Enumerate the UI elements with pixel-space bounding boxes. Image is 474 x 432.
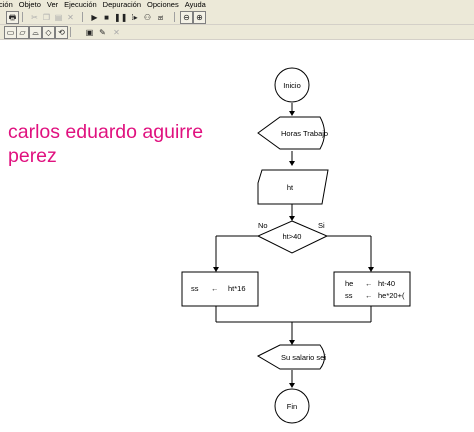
- left-assign-arrow: ←: [211, 284, 219, 293]
- right-assign-arrow-2: ←: [365, 291, 373, 300]
- no-branch-label: No: [258, 221, 268, 230]
- output1-label: Horas Trabajo: [281, 129, 328, 138]
- flowchart: Inicio Horas Trabajo ht ht>40 No Si ss ←…: [181, 67, 411, 424]
- right-assign-var-2: ss: [345, 291, 353, 300]
- assign-block-right[interactable]: [333, 271, 411, 307]
- arrowhead: [289, 383, 295, 388]
- left-assign-expr: ht*16: [228, 284, 246, 293]
- arrowhead: [368, 267, 374, 272]
- arrowhead: [289, 216, 295, 221]
- decision-label: ht>40: [283, 232, 302, 241]
- right-assign-var-1: he: [345, 279, 353, 288]
- output2-label: Su salario sei: [281, 353, 326, 362]
- right-assign-expr-2: he*20+(: [378, 291, 405, 300]
- end-label: Fin: [287, 402, 297, 411]
- right-assign-expr-1: ht-40: [378, 279, 395, 288]
- arrowhead: [213, 267, 219, 272]
- left-assign-var: ss: [191, 284, 199, 293]
- yes-branch-label: Si: [318, 221, 325, 230]
- arrowhead: [289, 161, 295, 166]
- arrowhead: [289, 340, 295, 345]
- input-label: ht: [287, 183, 294, 192]
- arrowhead: [289, 111, 295, 116]
- right-assign-arrow-1: ←: [365, 279, 373, 288]
- start-label: Inicio: [283, 81, 301, 90]
